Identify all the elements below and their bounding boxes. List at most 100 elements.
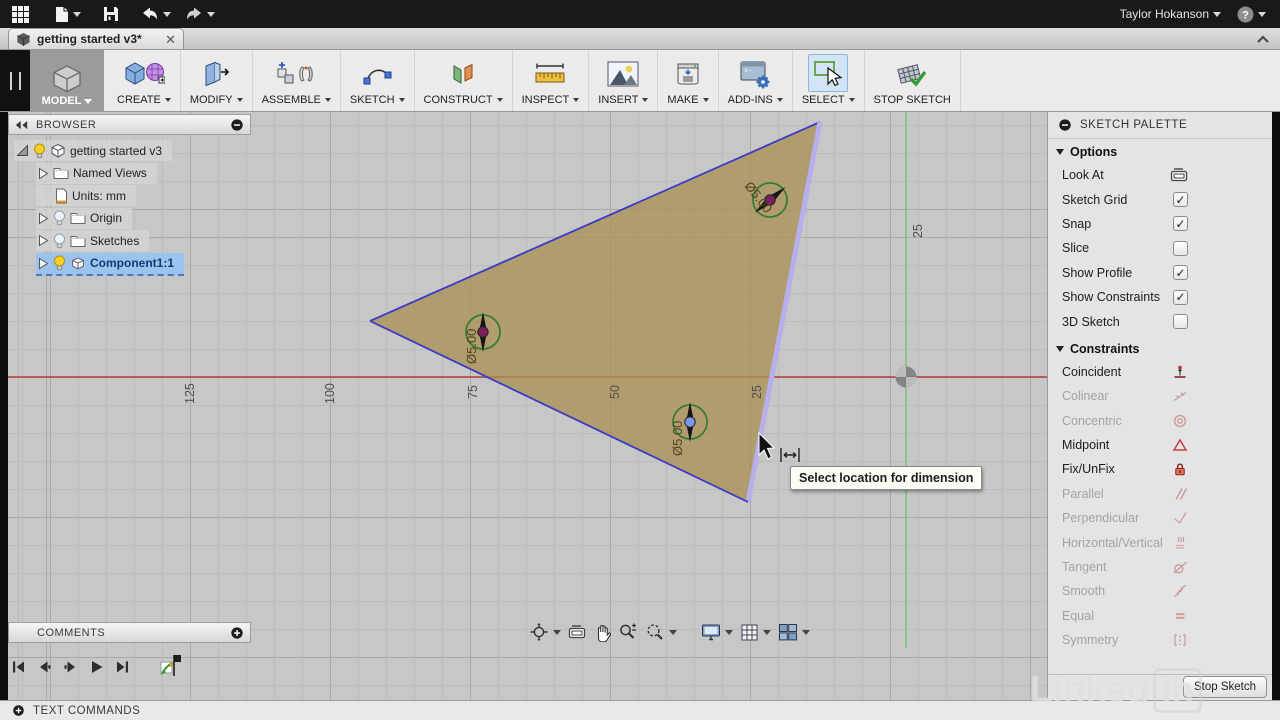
constraint-row-equal[interactable]: Equal	[1048, 604, 1272, 628]
nav-pan[interactable]	[592, 621, 612, 643]
dropdown-caret-icon[interactable]	[802, 630, 810, 635]
file-caret-icon[interactable]	[73, 12, 81, 17]
nav-fit[interactable]	[644, 621, 678, 643]
expand-arrow-icon[interactable]	[38, 257, 49, 270]
nav-orbit[interactable]	[528, 621, 562, 643]
option-row-sketch-grid[interactable]: Sketch Grid✓	[1048, 187, 1272, 211]
nav-lookat[interactable]	[567, 624, 587, 640]
redo-caret-icon[interactable]	[207, 12, 215, 17]
nav-gridset[interactable]	[739, 622, 772, 643]
toolbar-button-inspect[interactable]: INSPECT	[513, 50, 590, 111]
playback-skip-start-button[interactable]	[10, 659, 27, 675]
browser-row-origin[interactable]: Origin	[36, 208, 132, 229]
browser-row-units-mm[interactable]: Units: mm	[36, 185, 136, 206]
constraint-row-parallel[interactable]: Parallel	[1048, 482, 1272, 506]
save-icon[interactable]	[103, 2, 119, 26]
option-checkbox[interactable]	[1173, 241, 1188, 256]
hole-center-point-2[interactable]	[685, 417, 695, 427]
file-new-icon[interactable]	[55, 2, 69, 26]
option-row-look-at[interactable]: Look At	[1048, 163, 1272, 187]
option-checkbox[interactable]: ✓	[1173, 265, 1188, 280]
visibility-bulb-icon[interactable]	[53, 255, 66, 271]
document-tab[interactable]: getting started v3* ✕	[8, 28, 184, 49]
tab-close-icon[interactable]: ✕	[165, 33, 176, 46]
browser-minimize-icon[interactable]	[230, 118, 244, 132]
lookat-icon[interactable]	[1170, 168, 1188, 182]
toolbar-grip-handle[interactable]	[10, 72, 21, 90]
expand-arrow-icon[interactable]	[38, 234, 49, 247]
dropdown-caret-icon[interactable]	[725, 630, 733, 635]
constraint-row-tangent[interactable]: Tangent	[1048, 555, 1272, 579]
option-row-snap[interactable]: Snap✓	[1048, 212, 1272, 236]
option-row-3d-sketch[interactable]: 3D Sketch	[1048, 309, 1272, 333]
text-commands-bar[interactable]: TEXT COMMANDS	[0, 700, 1280, 720]
playback-step-back-button[interactable]	[36, 659, 53, 675]
collapse-toolbar-chevron-icon[interactable]	[1256, 34, 1270, 44]
toolbar-button-select[interactable]: SELECT	[793, 50, 865, 111]
browser-row-component1-1[interactable]: Component1:1	[36, 253, 184, 276]
redo-icon[interactable]	[185, 2, 203, 26]
expand-arrow-icon[interactable]	[38, 212, 49, 225]
constraint-row-fix-unfix[interactable]: Fix/UnFix	[1048, 457, 1272, 481]
playback-step-fwd-button[interactable]	[62, 659, 79, 675]
constraints-section-header[interactable]: Constraints	[1048, 336, 1272, 360]
stop-sketch-button[interactable]: Stop Sketch	[1183, 676, 1267, 698]
nav-viewports[interactable]	[777, 622, 811, 642]
dimension-label-2[interactable]: Ø5.00	[670, 421, 685, 456]
expand-arrow-icon[interactable]	[38, 167, 49, 180]
constraint-row-horizontal-vertical[interactable]: Horizontal/Vertical	[1048, 530, 1272, 554]
option-checkbox[interactable]: ✓	[1173, 216, 1188, 231]
browser-row-getting-started-v3[interactable]: getting started v3	[14, 140, 172, 161]
toolbar-button-stop-sketch[interactable]: STOP SKETCH	[865, 50, 961, 111]
options-section-header[interactable]: Options	[1048, 139, 1272, 163]
dimension-label-0[interactable]: Ø5.00	[464, 329, 479, 364]
constraint-row-perpendicular[interactable]: Perpendicular	[1048, 506, 1272, 530]
toolbar-button-construct[interactable]: CONSTRUCT	[415, 50, 513, 111]
constraint-row-colinear[interactable]: Colinear	[1048, 384, 1272, 408]
toolbar-button-create[interactable]: CREATE	[108, 50, 181, 111]
collapse-browser-icon[interactable]	[15, 120, 28, 130]
toolbar-button-make[interactable]: MAKE	[658, 50, 718, 111]
option-checkbox[interactable]: ✓	[1173, 290, 1188, 305]
help-caret-icon[interactable]	[1258, 12, 1266, 17]
comments-panel-header[interactable]: COMMENTS	[8, 622, 251, 643]
constraint-row-symmetry[interactable]: Symmetry	[1048, 628, 1272, 652]
palette-minimize-icon[interactable]	[1058, 118, 1072, 132]
toolbar-button-insert[interactable]: INSERT	[589, 50, 658, 111]
option-checkbox[interactable]: ✓	[1173, 192, 1188, 207]
toolbar-button-sketch[interactable]: SKETCH	[341, 50, 415, 111]
constraint-row-coincident[interactable]: Coincident	[1048, 360, 1272, 384]
constraint-row-midpoint[interactable]: Midpoint	[1048, 433, 1272, 457]
workspace-switcher[interactable]: MODEL	[30, 50, 104, 111]
dropdown-caret-icon[interactable]	[669, 630, 677, 635]
app-grid-icon[interactable]	[12, 2, 29, 26]
constraint-row-concentric[interactable]: Concentric	[1048, 409, 1272, 433]
visibility-bulb-icon[interactable]	[53, 210, 66, 226]
option-row-show-constraints[interactable]: Show Constraints✓	[1048, 285, 1272, 309]
nav-zoom[interactable]	[617, 621, 639, 643]
undo-icon[interactable]	[141, 2, 159, 26]
hole-center-point-0[interactable]	[478, 327, 488, 337]
browser-row-named-views[interactable]: Named Views	[36, 163, 157, 184]
option-checkbox[interactable]	[1173, 314, 1188, 329]
playback-skip-end-button[interactable]	[114, 659, 131, 675]
nav-display[interactable]	[700, 622, 734, 642]
visibility-bulb-icon[interactable]	[53, 233, 66, 249]
expand-arrow-icon[interactable]	[16, 144, 29, 157]
option-row-slice[interactable]: Slice	[1048, 236, 1272, 260]
toolbar-button-add-ins[interactable]: >-ADD-INS	[719, 50, 793, 111]
timeline-marker[interactable]	[158, 654, 182, 680]
help-icon[interactable]: ?	[1237, 2, 1254, 26]
constraint-row-smooth[interactable]: Smooth	[1048, 579, 1272, 603]
playback-play-button[interactable]	[88, 659, 105, 675]
user-account-menu[interactable]: Taylor Hokanson ?	[1120, 2, 1280, 26]
visibility-bulb-icon[interactable]	[33, 143, 46, 159]
toolbar-button-modify[interactable]: MODIFY	[181, 50, 253, 111]
undo-caret-icon[interactable]	[163, 12, 171, 17]
browser-row-sketches[interactable]: Sketches	[36, 230, 149, 251]
toolbar-button-assemble[interactable]: ASSEMBLE	[253, 50, 341, 111]
dropdown-caret-icon[interactable]	[763, 630, 771, 635]
dropdown-caret-icon[interactable]	[553, 630, 561, 635]
text-commands-expand-icon[interactable]	[12, 704, 25, 717]
option-row-show-profile[interactable]: Show Profile✓	[1048, 261, 1272, 285]
